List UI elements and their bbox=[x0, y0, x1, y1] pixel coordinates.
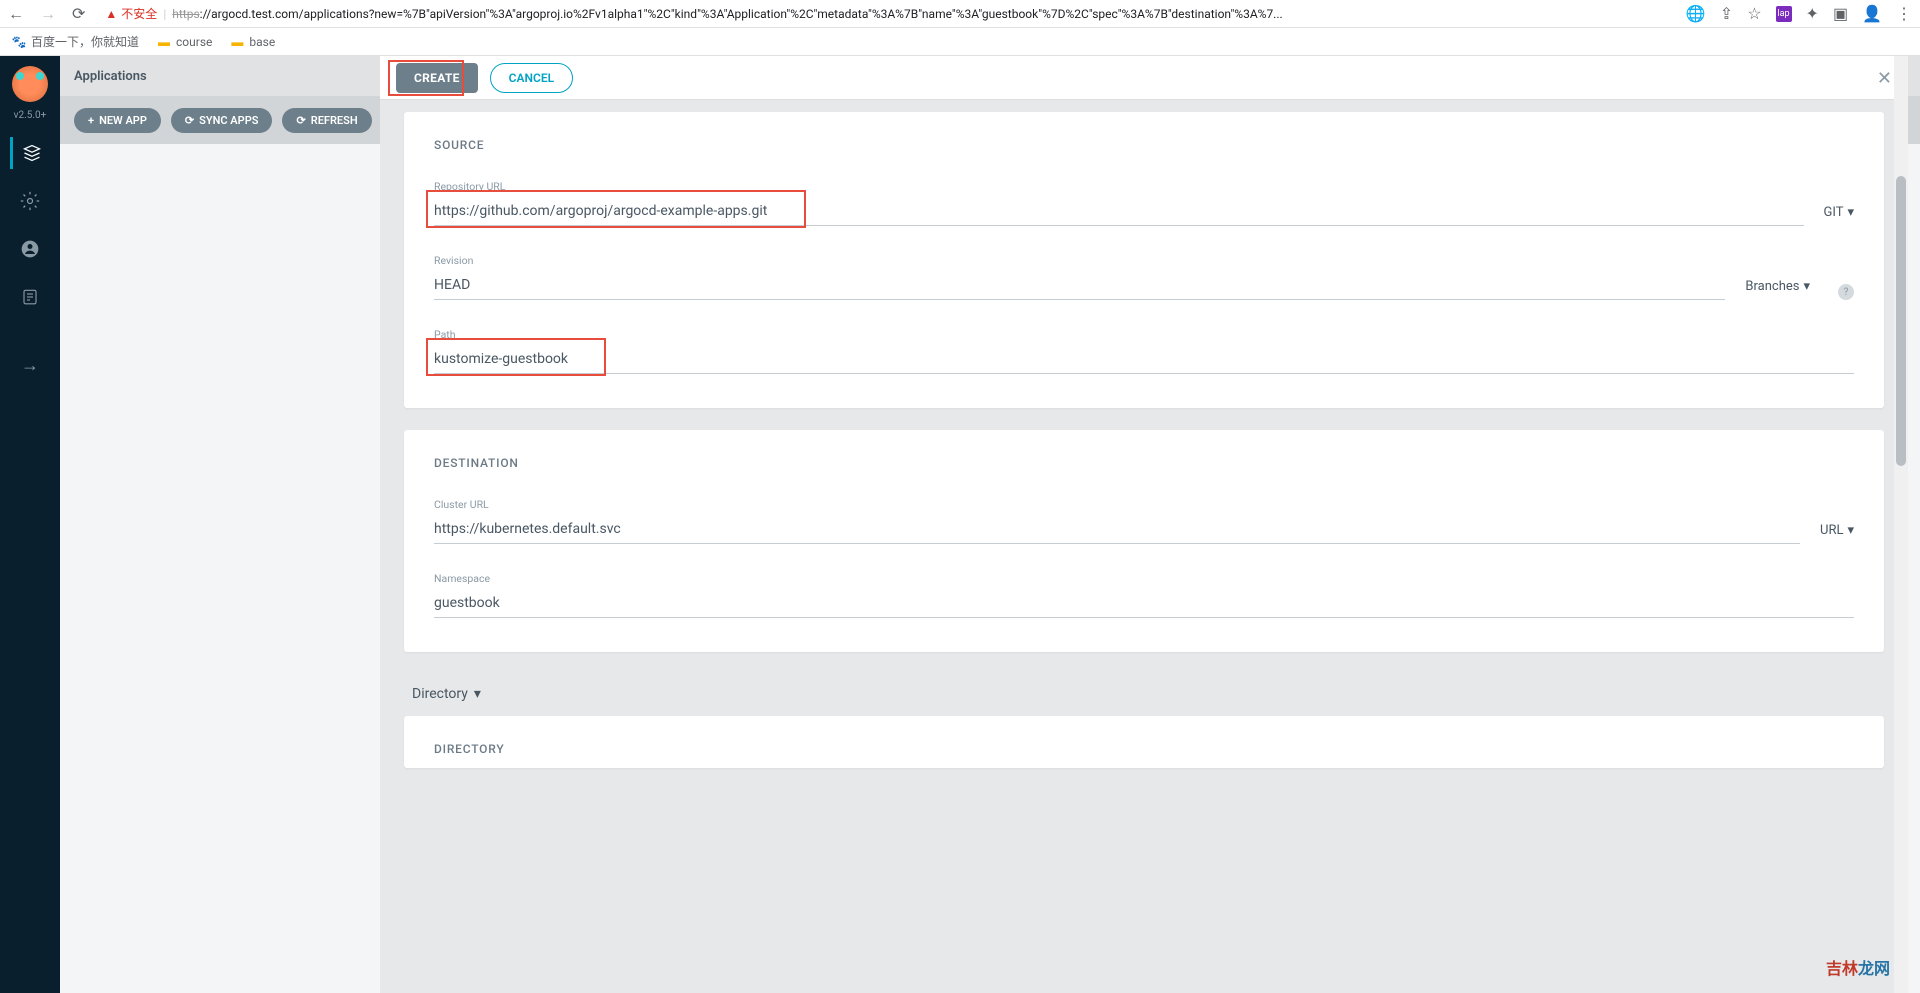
caret-down-icon: ▾ bbox=[474, 686, 481, 702]
new-app-button[interactable]: + NEW APP bbox=[74, 108, 161, 133]
revision-field: Revision bbox=[434, 254, 1725, 300]
panel-body[interactable]: SOURCE Repository URL GIT ▾ Revision bbox=[380, 100, 1908, 993]
namespace-field: Namespace bbox=[434, 572, 1854, 618]
field-label: Path bbox=[434, 328, 1854, 341]
watermark-a: 吉林 bbox=[1826, 959, 1858, 978]
page-title: Applications bbox=[74, 69, 147, 84]
toolbar-icons: 🌐 ⇪ ☆ lap ✦ ▣ 👤 ⋮ bbox=[1686, 4, 1912, 23]
sync-icon: ⟳ bbox=[185, 114, 194, 127]
field-label: Revision bbox=[434, 254, 1725, 267]
watermark-b: 龙网 bbox=[1858, 959, 1890, 978]
insecure-badge: ▲ 不安全 bbox=[105, 5, 157, 22]
field-label: Repository URL bbox=[434, 180, 1804, 193]
watermark: 吉林龙网 bbox=[1826, 955, 1890, 979]
folder-icon: ▬ bbox=[157, 35, 171, 49]
repo-url-row: Repository URL GIT ▾ bbox=[434, 180, 1854, 226]
warning-icon: ▲ bbox=[105, 7, 117, 21]
sidebar-docs-icon[interactable] bbox=[10, 281, 50, 313]
path-field: Path bbox=[434, 328, 1854, 374]
dropdown-label: GIT bbox=[1824, 205, 1844, 220]
toggle-label: Directory bbox=[412, 686, 468, 702]
extensions-icon[interactable]: ✦ bbox=[1806, 4, 1819, 23]
button-label: NEW APP bbox=[99, 114, 147, 127]
panel-header: CREATE CANCEL ✕ bbox=[380, 56, 1908, 100]
bookmark-label: base bbox=[249, 35, 275, 49]
repo-url-input[interactable] bbox=[434, 197, 1804, 226]
refresh-apps-button[interactable]: ⟳ REFRESH bbox=[282, 108, 371, 133]
sidebar-collapse-icon[interactable]: → bbox=[10, 349, 50, 381]
card-title: DESTINATION bbox=[434, 456, 1854, 470]
caret-down-icon: ▾ bbox=[1847, 523, 1854, 538]
bookmark-course[interactable]: ▬ course bbox=[157, 35, 212, 49]
cluster-url-input[interactable] bbox=[434, 515, 1800, 544]
browser-toolbar: ← → ⟳ ▲ 不安全 | https://argocd.test.com/ap… bbox=[0, 0, 1920, 28]
caret-down-icon: ▾ bbox=[1803, 279, 1810, 294]
sync-apps-button[interactable]: ⟳ SYNC APPS bbox=[171, 108, 273, 133]
help-icon[interactable]: ? bbox=[1838, 284, 1854, 300]
cluster-url-row: Cluster URL URL ▾ bbox=[434, 498, 1854, 544]
caret-down-icon: ▾ bbox=[1847, 205, 1854, 220]
dropdown-label: Branches bbox=[1745, 279, 1799, 294]
directory-card: DIRECTORY bbox=[404, 716, 1884, 768]
path-input[interactable] bbox=[434, 345, 1854, 374]
bookmark-label: 百度一下，你就知道 bbox=[31, 33, 139, 50]
repo-url-field: Repository URL bbox=[434, 180, 1804, 226]
destination-card: DESTINATION Cluster URL URL ▾ Namespace bbox=[404, 430, 1884, 652]
scrollbar[interactable] bbox=[1894, 56, 1908, 993]
forward-icon[interactable]: → bbox=[40, 4, 56, 24]
back-icon[interactable]: ← bbox=[8, 4, 24, 24]
baidu-icon: 🐾 bbox=[12, 35, 26, 49]
field-label: Namespace bbox=[434, 572, 1854, 585]
star-icon[interactable]: ☆ bbox=[1747, 4, 1761, 23]
scroll-thumb[interactable] bbox=[1896, 176, 1906, 466]
dropdown-label: URL bbox=[1820, 523, 1843, 538]
create-app-panel: CREATE CANCEL ✕ SOURCE Repository URL GI… bbox=[380, 56, 1908, 993]
revision-row: Revision Branches ▾ ? bbox=[434, 254, 1854, 300]
bookmark-base[interactable]: ▬ base bbox=[230, 35, 275, 49]
create-button[interactable]: CREATE bbox=[396, 63, 478, 93]
reload-icon[interactable]: ⟳ bbox=[72, 4, 85, 23]
directory-toggle[interactable]: Directory ▾ bbox=[404, 674, 1884, 716]
path-row: Path bbox=[434, 328, 1854, 374]
share-icon[interactable]: ⇪ bbox=[1720, 4, 1733, 23]
nav-icons: ← → ⟳ bbox=[8, 4, 85, 24]
namespace-row: Namespace bbox=[434, 572, 1854, 618]
repo-type-dropdown[interactable]: GIT ▾ bbox=[1824, 205, 1855, 226]
cluster-url-field: Cluster URL bbox=[434, 498, 1800, 544]
menu-icon[interactable]: ⋮ bbox=[1896, 4, 1912, 23]
namespace-input[interactable] bbox=[434, 589, 1854, 618]
button-label: REFRESH bbox=[311, 114, 358, 127]
cluster-type-dropdown[interactable]: URL ▾ bbox=[1820, 523, 1854, 544]
insecure-label: 不安全 bbox=[121, 5, 157, 22]
bookmark-label: course bbox=[176, 35, 212, 49]
bookmarks-bar: 🐾 百度一下，你就知道 ▬ course ▬ base bbox=[0, 28, 1920, 56]
sidebar-settings-icon[interactable] bbox=[10, 185, 50, 217]
source-card: SOURCE Repository URL GIT ▾ Revision bbox=[404, 112, 1884, 408]
bookmark-baidu[interactable]: 🐾 百度一下，你就知道 bbox=[12, 33, 139, 50]
revision-input[interactable] bbox=[434, 271, 1725, 300]
url-text: https://argocd.test.com/applications?new… bbox=[172, 7, 1282, 21]
profile-icon[interactable]: 👤 bbox=[1862, 4, 1882, 23]
card-title: DIRECTORY bbox=[434, 742, 1854, 756]
folder-icon: ▬ bbox=[230, 35, 244, 49]
cancel-button[interactable]: CANCEL bbox=[490, 63, 573, 93]
button-label: SYNC APPS bbox=[199, 114, 258, 127]
argo-logo[interactable] bbox=[12, 66, 48, 102]
refresh-icon: ⟳ bbox=[296, 114, 305, 127]
translate-icon[interactable]: 🌐 bbox=[1686, 4, 1706, 23]
ext1-icon[interactable]: lap bbox=[1776, 6, 1792, 22]
close-icon[interactable]: ✕ bbox=[1877, 68, 1892, 89]
version-label: v2.5.0+ bbox=[14, 110, 47, 121]
sidebar-user-icon[interactable] bbox=[10, 233, 50, 265]
sidebar: v2.5.0+ → bbox=[0, 56, 60, 993]
sidebar-apps-icon[interactable] bbox=[10, 137, 50, 169]
url-bar[interactable]: ▲ 不安全 | https://argocd.test.com/applicat… bbox=[97, 5, 1673, 22]
card-title: SOURCE bbox=[434, 138, 1854, 152]
app-root: v2.5.0+ → Applications + NEW APP ⟳ SYNC AP… bbox=[0, 56, 1920, 993]
panel-icon[interactable]: ▣ bbox=[1833, 4, 1848, 23]
plus-icon: + bbox=[88, 114, 94, 127]
field-label: Cluster URL bbox=[434, 498, 1800, 511]
revision-type-dropdown[interactable]: Branches ▾ bbox=[1745, 279, 1810, 300]
